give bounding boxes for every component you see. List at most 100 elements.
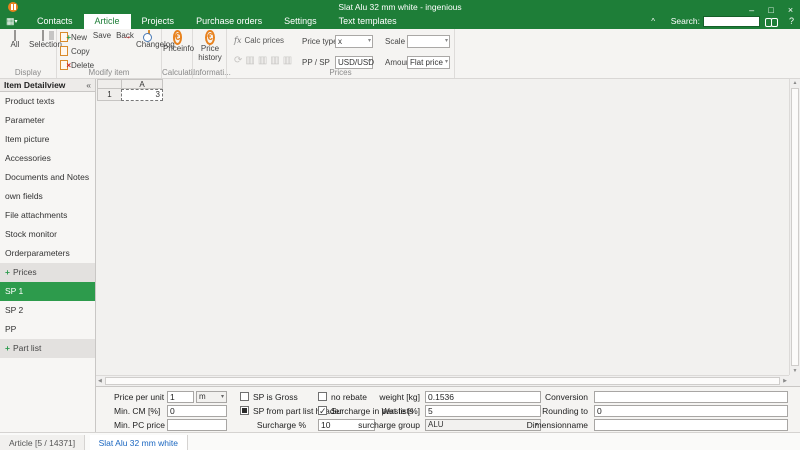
scroll-up-icon[interactable]: ▲ bbox=[790, 80, 800, 86]
scrollbar-corner bbox=[789, 375, 800, 386]
sp-is-gross-label: SP is Gross bbox=[253, 392, 298, 402]
conversion-input[interactable] bbox=[594, 391, 788, 403]
back-button[interactable]: Back bbox=[114, 31, 136, 40]
ribbon-group-information: € Price history Informati... bbox=[193, 29, 231, 78]
menu-grid-icon: ▦ bbox=[6, 16, 15, 26]
chevron-down-icon: ▾ bbox=[367, 38, 371, 44]
sidebar-item-pp[interactable]: PP bbox=[0, 320, 95, 339]
tab-projects[interactable]: Projects bbox=[131, 14, 186, 29]
spreadsheet: A 1 3 bbox=[97, 79, 163, 101]
price-per-unit-input[interactable] bbox=[167, 391, 194, 403]
collapse-ribbon-icon[interactable]: ^ bbox=[651, 14, 655, 29]
sidebar-item-own-fields[interactable]: own fields bbox=[0, 187, 95, 206]
unit-select[interactable]: m ▾ bbox=[196, 391, 227, 403]
sp-from-part-list-header-checkbox[interactable] bbox=[240, 406, 249, 415]
vertical-scrollbar-thumb[interactable] bbox=[791, 88, 799, 366]
min-cm-input[interactable] bbox=[167, 405, 227, 417]
collapse-sidebar-icon[interactable]: « bbox=[86, 79, 91, 92]
tab-article[interactable]: Article bbox=[83, 14, 131, 29]
horizontal-scrollbar-thumb[interactable] bbox=[105, 377, 780, 385]
help-icon[interactable]: ? bbox=[789, 14, 794, 29]
sidebar-item-accessories[interactable]: Accessories bbox=[0, 149, 95, 168]
scroll-down-icon[interactable]: ▼ bbox=[790, 368, 800, 374]
changelog-button[interactable]: Changelog bbox=[136, 30, 175, 49]
save-button[interactable]: Save bbox=[90, 31, 114, 40]
rounding-to-input[interactable] bbox=[594, 405, 788, 417]
sidebar-item-sp2[interactable]: SP 2 bbox=[0, 301, 95, 320]
euro-coin-icon: € bbox=[172, 30, 183, 45]
rounding-to-label: Rounding to bbox=[542, 406, 588, 416]
min-pc-price-input[interactable] bbox=[167, 419, 227, 431]
no-rebate-checkbox[interactable] bbox=[318, 392, 327, 401]
tab-contacts[interactable]: Contacts bbox=[26, 14, 84, 29]
sp-is-gross-checkbox[interactable] bbox=[240, 392, 249, 401]
grid-row-header[interactable]: 1 bbox=[97, 89, 121, 101]
group-label-modify-item: Modify item bbox=[88, 68, 130, 77]
price-grid-area: A 1 3 ▲ ▼ ◀ ▶ bbox=[96, 79, 800, 386]
binoculars-search-icon[interactable] bbox=[765, 18, 778, 27]
database-clock-icon bbox=[148, 30, 150, 41]
sidebar-item-documents-and-notes[interactable]: Documents and Notes bbox=[0, 168, 95, 187]
sidebar-item-parameter[interactable]: Parameter bbox=[0, 111, 95, 130]
copy-button[interactable]: Copy bbox=[60, 45, 94, 59]
weight-label: weight [kg] bbox=[379, 392, 420, 402]
scroll-right-icon[interactable]: ▶ bbox=[783, 378, 787, 384]
sidebar-item-product-texts[interactable]: Product texts bbox=[0, 92, 95, 111]
ribbon-group-modify-item: New Copy Delete Save Back Changelog Modi… bbox=[57, 29, 175, 78]
sidebar-item-item-picture[interactable]: Item picture bbox=[0, 130, 95, 149]
price-type-select[interactable]: x ▾ bbox=[335, 35, 373, 48]
pricelist-icon[interactable]: ▥ bbox=[270, 55, 282, 66]
calc-prices-button[interactable]: fx Calc prices bbox=[234, 36, 284, 45]
tab-text-templates[interactable]: Text templates bbox=[328, 14, 408, 29]
ribbon: All Selection Display New Copy Delete Sa… bbox=[0, 29, 800, 79]
surcharge-pct-label: Surcharge % bbox=[256, 420, 306, 430]
group-label-information: Informati... bbox=[193, 68, 231, 77]
sidebar-group-prices[interactable]: + Prices bbox=[0, 263, 95, 282]
chevron-down-icon: ▾ bbox=[220, 394, 224, 400]
price-details-form: Price per unit m▾ SP is Gross no rebate … bbox=[96, 386, 800, 432]
window-title: Slat Alu 32 mm white - ingenious bbox=[338, 2, 462, 12]
sidebar-item-file-attachments[interactable]: File attachments bbox=[0, 206, 95, 225]
vertical-scrollbar[interactable]: ▲ ▼ bbox=[789, 79, 800, 375]
sidebar-item-sp1[interactable]: SP 1 bbox=[0, 282, 95, 301]
sidebar-title: Item Detailview bbox=[4, 80, 66, 90]
all-button[interactable]: All bbox=[1, 30, 29, 49]
new-button[interactable]: New bbox=[60, 31, 94, 45]
chevron-down-icon: ▾ bbox=[367, 59, 371, 65]
dimensionname-input[interactable] bbox=[594, 419, 788, 431]
sidebar-item-orderparameters[interactable]: Orderparameters bbox=[0, 244, 95, 263]
menu-tabs: Contacts Article Projects Purchase order… bbox=[26, 14, 408, 29]
pricelist-icon[interactable]: ▥ bbox=[245, 55, 257, 66]
tab-article-list[interactable]: Article [5 / 14371] bbox=[0, 435, 86, 450]
min-pc-price-label: Min. PC price bbox=[114, 420, 166, 430]
priceinfo-button[interactable]: € Priceinfo bbox=[163, 30, 194, 53]
sidebar-item-stock-monitor[interactable]: Stock monitor bbox=[0, 225, 95, 244]
grid-corner-cell[interactable] bbox=[97, 79, 121, 89]
selection-button[interactable]: Selection bbox=[29, 30, 62, 49]
scroll-left-icon[interactable]: ◀ bbox=[98, 378, 102, 384]
application-menu-button[interactable]: ▦▾ bbox=[6, 14, 18, 30]
pricelist-icon[interactable]: ▥ bbox=[258, 55, 270, 66]
copy-item-icon bbox=[60, 46, 68, 56]
price-per-unit-label: Price per unit bbox=[114, 392, 165, 402]
min-cm-label: Min. CM [%] bbox=[114, 406, 161, 416]
price-history-button[interactable]: € Price history bbox=[196, 30, 224, 62]
grid-column-header[interactable]: A bbox=[121, 79, 163, 89]
tab-current-article[interactable]: Slat Alu 32 mm white bbox=[89, 435, 188, 450]
pricelist-icon[interactable]: ▥ bbox=[283, 55, 295, 66]
refresh-icon[interactable]: ⟳ bbox=[234, 55, 245, 66]
sidebar-group-part-list[interactable]: + Part list bbox=[0, 339, 95, 358]
tab-purchase-orders[interactable]: Purchase orders bbox=[185, 14, 273, 29]
scale-label: Scale bbox=[385, 37, 406, 46]
app-window: Slat Alu 32 mm white - ingenious – □ × ▦… bbox=[0, 0, 800, 450]
scale-select[interactable]: ▾ bbox=[407, 35, 450, 48]
search-input[interactable] bbox=[703, 16, 760, 27]
horizontal-scrollbar[interactable]: ◀ ▶ bbox=[96, 375, 789, 386]
chevron-down-icon: ▾ bbox=[14, 19, 18, 25]
sidebar-header: « Item Detailview bbox=[0, 79, 95, 92]
grid-selected-cell[interactable]: 3 bbox=[121, 89, 163, 101]
price-type-label: Price type bbox=[302, 37, 338, 46]
tab-settings[interactable]: Settings bbox=[273, 14, 328, 29]
menubar: ▦▾ Contacts Article Projects Purchase or… bbox=[0, 14, 800, 29]
surcharge-in-part-lists-checkbox[interactable] bbox=[318, 405, 327, 417]
